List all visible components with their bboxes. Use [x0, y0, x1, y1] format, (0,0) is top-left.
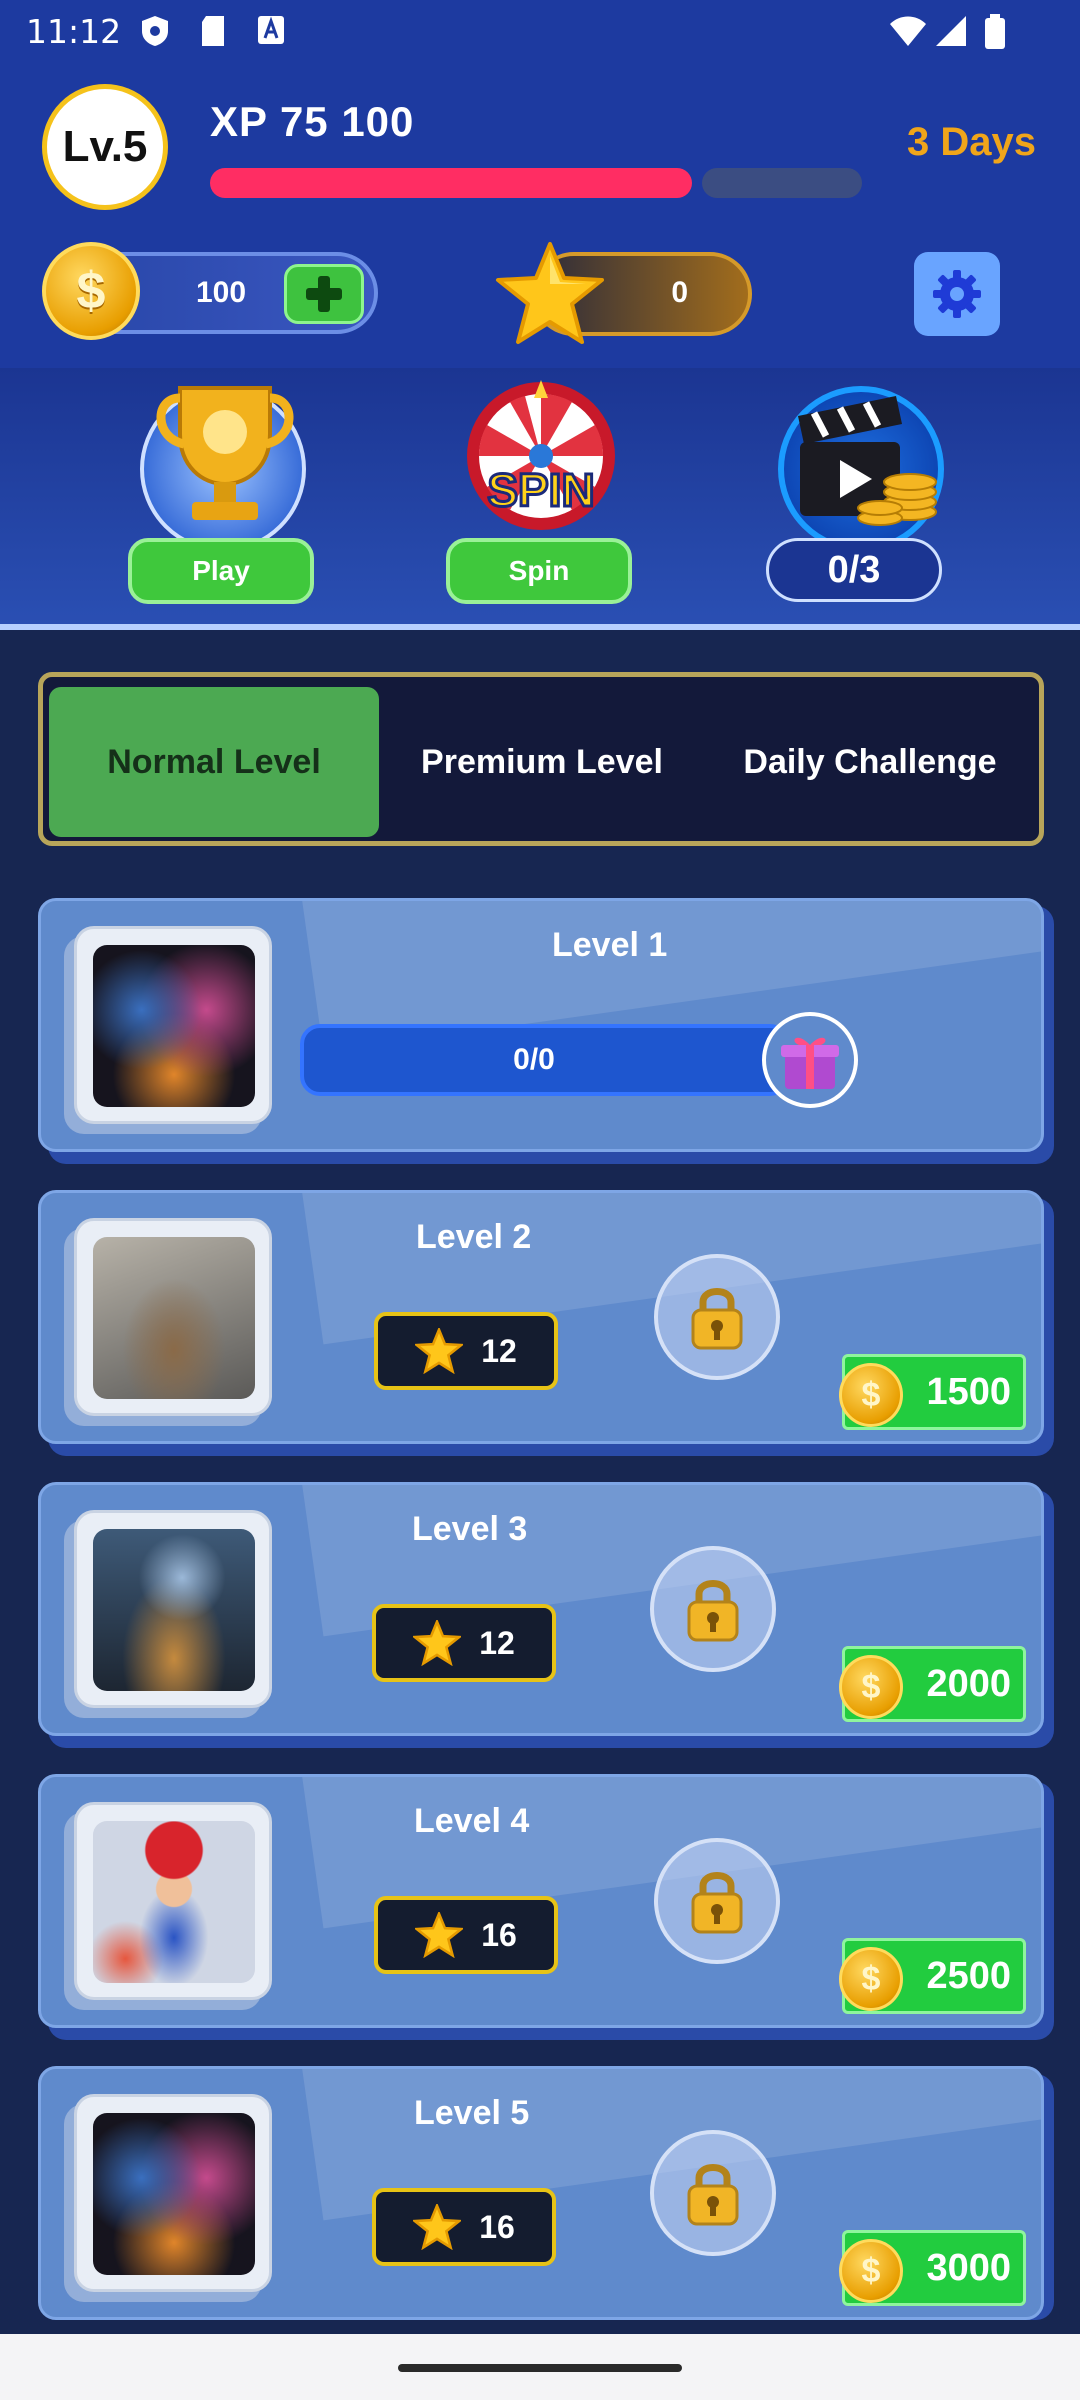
spin-button[interactable]: Spin: [446, 538, 632, 604]
level-title: Level 1: [552, 926, 668, 964]
coin-reward-amount: 2500: [926, 1954, 1011, 1997]
star-requirement-count: 12: [481, 1332, 517, 1369]
level-image: [93, 1237, 255, 1399]
coin-reward: $ 2000: [839, 1646, 1026, 1722]
xp-progress-remaining: [702, 168, 862, 198]
level-title: Level 2: [416, 1218, 532, 1256]
star-icon: [413, 1620, 462, 1666]
feature-strip: Play SPIN Spin 0/3: [0, 368, 1080, 630]
spin-feature[interactable]: SPIN Spin: [446, 368, 636, 608]
level-image: [93, 1821, 255, 1983]
padlock-icon: [687, 1580, 739, 1642]
tab-normal-level[interactable]: Normal Level: [49, 687, 379, 837]
video-counter[interactable]: 0/3: [766, 538, 942, 602]
level-thumbnail: [74, 2094, 272, 2292]
coin-reward: $ 3000: [839, 2230, 1026, 2306]
level-image: [93, 2113, 255, 2275]
settings-button[interactable]: [914, 252, 1000, 336]
star-icon: [415, 1912, 464, 1958]
coin-reward-amount: 2000: [926, 1662, 1011, 1705]
coin-reward-amount: 3000: [926, 2246, 1011, 2289]
level-image: [93, 945, 255, 1107]
padlock-icon: [687, 2164, 739, 2226]
spin-logo-text: SPIN: [487, 464, 594, 516]
coin-reward-amount: 1500: [926, 1370, 1011, 1413]
level-thumbnail: [74, 1218, 272, 1416]
xp-label: XP 75 100: [210, 98, 415, 145]
lock-button[interactable]: [654, 1254, 780, 1380]
star-requirement: 16: [372, 2188, 556, 2266]
level-thumbnail: [74, 1802, 272, 2000]
star-requirement: 12: [372, 1604, 556, 1682]
star-count: 0: [671, 276, 688, 309]
level-progress-text: 0/0: [513, 1043, 555, 1076]
battery-icon: [985, 14, 1005, 49]
padlock-icon: [691, 1288, 743, 1350]
lock-button[interactable]: [650, 2130, 776, 2256]
tab-daily-challenge[interactable]: Daily Challenge: [705, 687, 1035, 837]
sd-card-icon: [202, 16, 224, 46]
lock-button[interactable]: [650, 1546, 776, 1672]
dollar-coin-icon: $: [42, 242, 140, 340]
tab-premium-level[interactable]: Premium Level: [377, 687, 707, 837]
level-thumbnail: [74, 926, 272, 1124]
star-requirement: 16: [374, 1896, 558, 1974]
gift-icon: [781, 1037, 839, 1089]
level-badge: Lv.5: [42, 84, 168, 210]
coin-reward: $ 1500: [839, 1354, 1026, 1430]
status-bar: 11:12: [0, 0, 1080, 62]
level-title: Level 5: [414, 2094, 530, 2132]
play-feature[interactable]: Play: [128, 368, 318, 608]
wifi-icon: [890, 16, 926, 46]
star-icon: [413, 2204, 462, 2250]
add-coins-button[interactable]: [284, 264, 364, 324]
level-card-1[interactable]: Level 1 0/0: [38, 898, 1054, 1164]
coin-count: 100: [196, 276, 247, 309]
padlock-icon: [691, 1872, 743, 1934]
trophy-icon: [156, 386, 294, 520]
clapper-icon: [798, 396, 937, 526]
gear-icon: [933, 270, 981, 318]
dollar-coin-icon: $: [839, 1363, 903, 1427]
video-feature[interactable]: 0/3: [766, 368, 956, 608]
dollar-coin-icon: $: [839, 2239, 903, 2303]
level-progress-bar: 0/0: [300, 1024, 790, 1096]
level-card-3[interactable]: Level 3 12 $ 2000: [38, 1482, 1054, 1748]
home-gesture-handle[interactable]: [398, 2364, 682, 2372]
level-image: [93, 1529, 255, 1691]
level-title: Level 3: [412, 1510, 528, 1548]
star-icon: [496, 242, 604, 344]
star-requirement: 12: [374, 1312, 558, 1390]
level-card-2[interactable]: Level 2 12 $ 1500: [38, 1190, 1054, 1456]
star-requirement-count: 16: [479, 2208, 515, 2245]
lock-button[interactable]: [654, 1838, 780, 1964]
level-thumbnail: [74, 1510, 272, 1708]
wheel-icon: SPIN: [467, 380, 615, 530]
dollar-coin-icon: $: [839, 1947, 903, 2011]
star-requirement-count: 12: [479, 1624, 515, 1661]
top-header: 11:12 Lv.5 XP 75 100 3 Days 100 $ 0: [0, 0, 1080, 368]
coin-reward: $ 2500: [839, 1938, 1026, 2014]
status-time: 11:12: [26, 12, 122, 51]
days-remaining: 3 Days: [907, 120, 1036, 164]
level-title: Level 4: [414, 1802, 530, 1840]
level-card-5[interactable]: Level 5 16 $ 3000: [38, 2066, 1054, 2320]
dollar-coin-icon: $: [839, 1655, 903, 1719]
plus-icon: [306, 276, 342, 312]
play-button[interactable]: Play: [128, 538, 314, 604]
star-requirement-count: 16: [481, 1916, 517, 1953]
xp-progress-bar: [210, 168, 862, 198]
signal-icon: [936, 16, 966, 46]
level-tabs: Normal Level Premium Level Daily Challen…: [38, 672, 1044, 846]
font-icon: [258, 16, 284, 44]
xp-progress-fill: [210, 168, 692, 198]
gift-button[interactable]: [762, 1012, 858, 1108]
shield-status-icon: [142, 16, 168, 46]
star-icon: [415, 1328, 464, 1374]
level-card-4[interactable]: Level 4 16 $ 2500: [38, 1774, 1054, 2040]
